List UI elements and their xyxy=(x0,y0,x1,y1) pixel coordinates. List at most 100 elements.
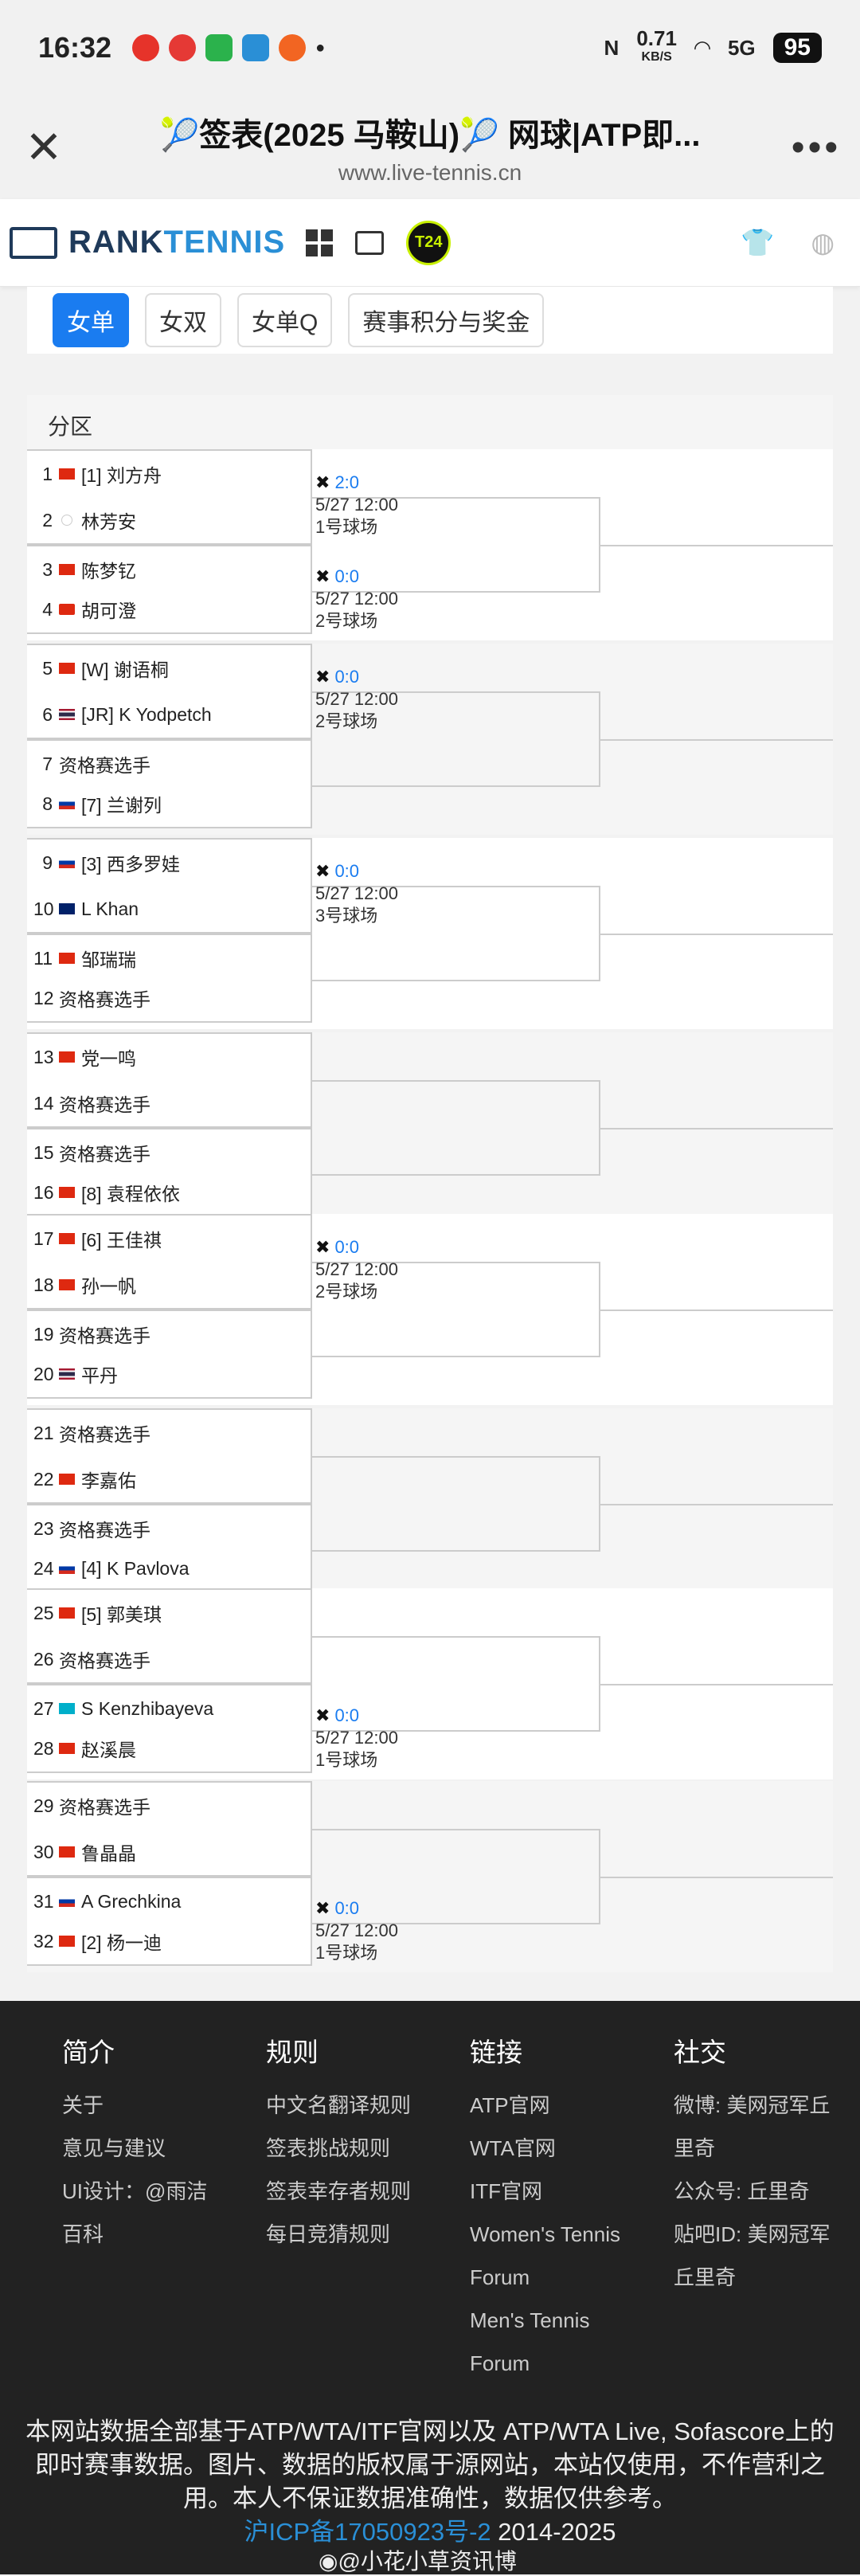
grid-menu-icon[interactable] xyxy=(306,229,334,256)
close-icon[interactable]: ✕ xyxy=(0,121,88,174)
seed-number: 32 xyxy=(33,1930,54,1952)
player-row[interactable]: 31 A Grechkina xyxy=(27,1877,312,1924)
player-row[interactable]: 18 孙一帆 xyxy=(27,1262,312,1310)
rank-tennis-logo-icon[interactable] xyxy=(10,226,57,259)
tab-womens-singles[interactable]: 女单 xyxy=(53,293,129,347)
footer-link[interactable]: 里奇 xyxy=(674,2127,830,2170)
player-row[interactable]: 3 陈梦钇 xyxy=(27,545,312,593)
player-row[interactable]: 8 [7] 兰谢列 xyxy=(27,781,312,828)
footer-link[interactable]: 意见与建议 xyxy=(62,2127,207,2170)
footer-column: 简介 关于 意见与建议 UI设计：@雨洁 百科 xyxy=(62,2031,207,2256)
footer-link[interactable]: 百科 xyxy=(62,2213,207,2256)
player-row[interactable]: 25 [5] 郭美琪 xyxy=(27,1588,312,1636)
footer-link[interactable]: Women's Tennis xyxy=(470,2213,620,2256)
player-row[interactable]: 7 资格赛选手 xyxy=(27,739,312,787)
player-row[interactable]: 9 [3] 西多罗娃 xyxy=(27,838,312,886)
more-menu-icon[interactable]: ••• xyxy=(772,126,860,170)
player-row[interactable]: 29 资格赛选手 xyxy=(27,1781,312,1829)
match-info[interactable]: ✖ 2:0 5/27 12:00 1号球场 xyxy=(315,472,398,538)
seed-number: 13 xyxy=(33,1046,54,1067)
seed-number: 3 xyxy=(42,558,53,580)
status-time: 16:32 xyxy=(38,31,112,64)
player-row[interactable]: 17 [6] 王佳祺 xyxy=(27,1214,312,1262)
footer-column-title: 链接 xyxy=(470,2038,522,2067)
match-info[interactable]: ✖ 0:0 5/27 12:00 2号球场 xyxy=(315,566,398,632)
player-row[interactable]: 26 资格赛选手 xyxy=(27,1636,312,1684)
player-row[interactable]: 13 党一鸣 xyxy=(27,1032,312,1080)
shirt-icon[interactable]: 👕 xyxy=(741,227,774,259)
match-info[interactable]: ✖ 0:0 5/27 12:00 1号球场 xyxy=(315,1705,398,1771)
footer-link[interactable]: 微博: 美网冠军丘 xyxy=(674,2084,830,2127)
footer-link[interactable]: 贴吧ID: 美网冠军 xyxy=(674,2213,830,2256)
icp-link[interactable]: 沪ICP备17050923号-2 xyxy=(244,2518,491,2546)
player-row[interactable]: 1 [1] 刘方舟 xyxy=(27,449,312,497)
player-row[interactable]: 12 资格赛选手 xyxy=(27,975,312,1023)
footer-link[interactable]: 每日竞猜规则 xyxy=(266,2213,411,2256)
footer-link[interactable]: Forum xyxy=(470,2342,620,2385)
seed-number: 14 xyxy=(33,1092,54,1114)
player-name: 资格赛选手 xyxy=(59,1424,150,1445)
seed-number: 27 xyxy=(33,1697,54,1719)
player-row[interactable]: 28 赵溪晨 xyxy=(27,1725,312,1773)
player-row[interactable]: 21 资格赛选手 xyxy=(27,1408,312,1456)
video-icon[interactable] xyxy=(355,230,385,255)
footer-link[interactable]: Forum xyxy=(470,2256,620,2299)
player-row[interactable]: 11 邹瑞瑞 xyxy=(27,934,312,981)
match-info[interactable]: ✖ 0:0 5/27 12:00 2号球场 xyxy=(315,1236,398,1303)
player-row[interactable]: 30 鲁晶晶 xyxy=(27,1829,312,1877)
footer-link[interactable]: UI设计：@雨洁 xyxy=(62,2170,207,2213)
player-row[interactable]: 22 李嘉佑 xyxy=(27,1456,312,1504)
match-info[interactable]: ✖ 0:0 5/27 12:00 1号球场 xyxy=(315,1897,398,1964)
seed-number: 2 xyxy=(42,509,53,530)
player-row[interactable]: 23 资格赛选手 xyxy=(27,1504,312,1552)
player-row[interactable]: 5 [W] 谢语桐 xyxy=(27,644,312,691)
match-x-icon: ✖ xyxy=(315,1898,330,1918)
footer-link[interactable]: WTA官网 xyxy=(470,2127,620,2170)
player-row[interactable]: 14 资格赛选手 xyxy=(27,1080,312,1128)
match-court: 1号球场 xyxy=(315,1943,378,1963)
player-row[interactable]: 24 [4] K Pavlova xyxy=(27,1545,312,1593)
nfc-icon: N xyxy=(604,35,620,60)
footer-link[interactable]: Men's Tennis xyxy=(470,2299,620,2342)
tab-points-prize[interactable]: 赛事积分与奖金 xyxy=(348,293,545,347)
player-name: 陈梦钇 xyxy=(81,561,136,581)
footer-link[interactable]: 公众号: 丘里奇 xyxy=(674,2170,830,2213)
footer-link[interactable]: 中文名翻译规则 xyxy=(266,2084,411,2127)
note-app-icon xyxy=(242,34,270,61)
globe-icon[interactable]: ◍ xyxy=(811,227,835,259)
country-flag-icon xyxy=(59,1936,75,1947)
tab-womens-singles-qualifying[interactable]: 女单Q xyxy=(237,293,333,347)
store-app-icon xyxy=(205,34,233,61)
player-name: 党一鸣 xyxy=(81,1048,136,1069)
player-row[interactable]: 20 平丹 xyxy=(27,1351,312,1399)
player-name: [2] 杨一迪 xyxy=(81,1932,162,1953)
t24-badge-icon[interactable]: T24 xyxy=(406,220,452,265)
bracket-line xyxy=(599,545,833,546)
footer-link[interactable]: 签表幸存者规则 xyxy=(266,2170,411,2213)
player-row[interactable]: 32 [2] 杨一迪 xyxy=(27,1918,312,1966)
player-row[interactable]: 16 [8] 袁程依依 xyxy=(27,1169,312,1217)
footer-link[interactable]: ITF官网 xyxy=(470,2170,620,2213)
footer-disclaimer: 本网站数据全部基于ATP/WTA/ITF官网以及 ATP/WTA Live, S… xyxy=(25,2417,835,2546)
tab-womens-doubles[interactable]: 女双 xyxy=(145,293,221,347)
match-info[interactable]: ✖ 0:0 5/27 12:00 2号球场 xyxy=(315,666,398,733)
player-row[interactable]: 10 L Khan xyxy=(27,886,312,934)
seed-number: 10 xyxy=(33,898,54,919)
player-row[interactable]: 6 [JR] K Yodpetch xyxy=(27,691,312,739)
player-name: 资格赛选手 xyxy=(59,1520,150,1541)
footer-column: 链接 ATP官网 WTA官网 ITF官网 Women's Tennis Forum Men'… xyxy=(470,2031,620,2385)
seed-number: 8 xyxy=(42,793,53,814)
footer-link[interactable]: 丘里奇 xyxy=(674,2256,830,2299)
footer-link[interactable]: ATP官网 xyxy=(470,2084,620,2127)
site-logo[interactable]: RANKTENNIS xyxy=(68,225,285,260)
player-row[interactable]: 2 林芳安 xyxy=(27,497,312,545)
match-x-icon: ✖ xyxy=(315,1237,330,1257)
match-info[interactable]: ✖ 0:0 5/27 12:00 3号球场 xyxy=(315,860,398,927)
footer-link[interactable]: 签表挑战规则 xyxy=(266,2127,411,2170)
player-row[interactable]: 4 胡可澄 xyxy=(27,586,312,634)
player-row[interactable]: 15 资格赛选手 xyxy=(27,1128,312,1176)
footer-link[interactable]: 关于 xyxy=(62,2084,207,2127)
player-name: L Khan xyxy=(81,898,139,919)
player-row[interactable]: 27 S Kenzhibayeva xyxy=(27,1684,312,1732)
player-row[interactable]: 19 资格赛选手 xyxy=(27,1310,312,1357)
